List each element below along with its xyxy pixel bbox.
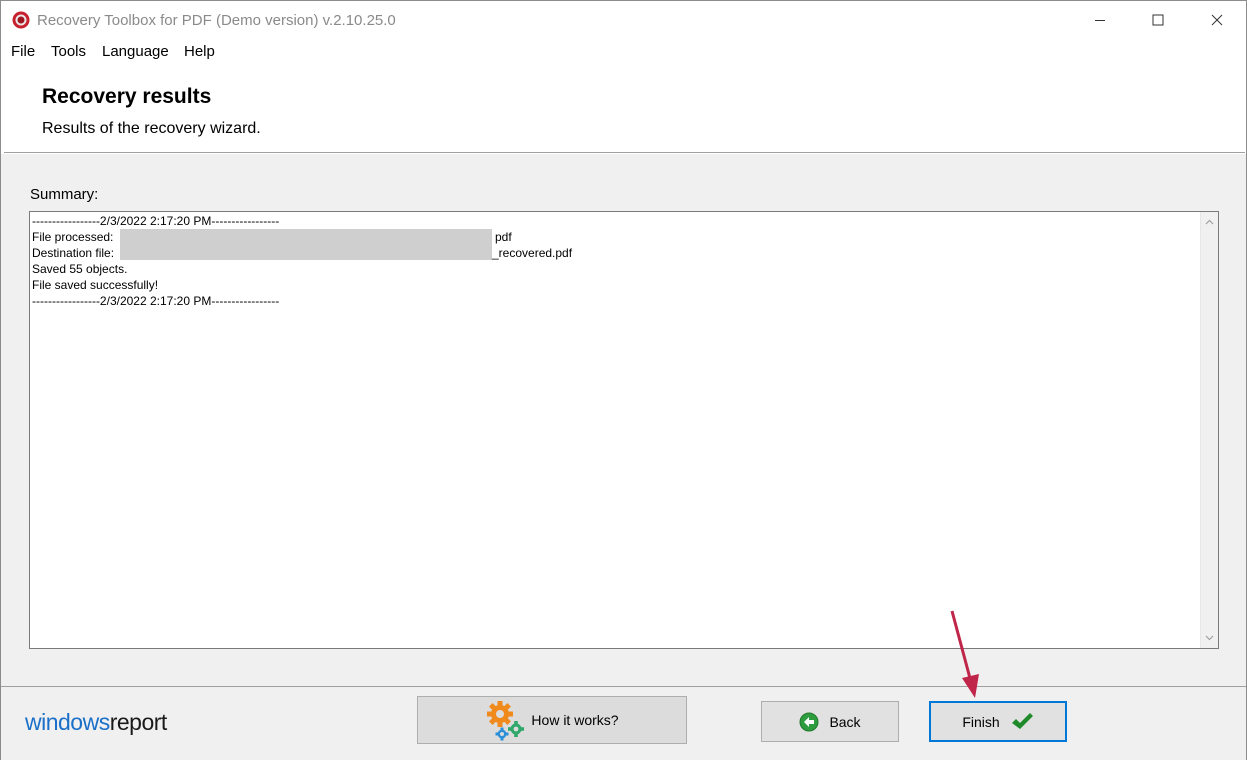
how-it-works-label: How it works?	[531, 712, 619, 728]
maximize-icon	[1152, 14, 1164, 26]
back-label: Back	[829, 713, 861, 730]
page-subtitle: Results of the recovery wizard.	[42, 120, 261, 137]
gears-icon	[487, 701, 525, 741]
log-line: -----------------2/3/2022 2:17:20 PM----…	[32, 294, 280, 308]
vertical-scrollbar[interactable]	[1200, 212, 1218, 648]
app-logo-icon	[12, 11, 30, 29]
maximize-button[interactable]	[1129, 1, 1187, 39]
close-button[interactable]	[1188, 1, 1246, 39]
wizard-header: Recovery results Results of the recovery…	[1, 65, 1246, 153]
log-line: Destination file:	[32, 246, 115, 260]
log-line: pdf	[495, 230, 512, 244]
finish-label: Finish	[962, 713, 1000, 730]
back-button[interactable]: Back	[761, 701, 899, 742]
windowsreport-logo: windowsreport	[25, 709, 167, 736]
log-line: File saved successfully!	[32, 278, 159, 292]
minimize-icon	[1095, 20, 1105, 21]
how-it-works-button[interactable]: How it works?	[417, 696, 687, 744]
summary-label: Summary:	[30, 186, 99, 203]
menu-language[interactable]: Language	[102, 43, 169, 60]
scroll-up-icon[interactable]	[1205, 219, 1214, 225]
menu-file[interactable]: File	[11, 43, 35, 60]
app-window: Recovery Toolbox for PDF (Demo version) …	[0, 0, 1247, 760]
finish-button[interactable]: Finish	[929, 701, 1067, 742]
log-line: -----------------2/3/2022 2:17:20 PM----…	[32, 214, 280, 228]
minimize-button[interactable]	[1071, 1, 1129, 39]
scroll-down-icon[interactable]	[1205, 635, 1214, 641]
page-title: Recovery results	[42, 85, 212, 108]
title-bar: Recovery Toolbox for PDF (Demo version) …	[1, 1, 1246, 39]
summary-textarea[interactable]: -----------------2/3/2022 2:17:20 PM----…	[29, 211, 1219, 649]
logo-text-windows: windows	[25, 709, 110, 735]
wizard-footer: windowsreport How it works? Back Finish	[1, 686, 1246, 760]
log-line: _recovered.pdf	[492, 246, 573, 260]
checkmark-icon	[1011, 712, 1033, 729]
menu-help[interactable]: Help	[184, 43, 215, 60]
main-content: Summary: -----------------2/3/2022 2:17:…	[1, 154, 1246, 686]
logo-text-report: report	[109, 709, 168, 735]
redacted-path	[120, 229, 492, 260]
log-line: File processed:	[32, 230, 114, 244]
window-title: Recovery Toolbox for PDF (Demo version) …	[37, 12, 396, 29]
menu-bar: File Tools Language Help	[1, 39, 1246, 65]
close-icon	[1211, 14, 1223, 26]
log-line: Saved 55 objects.	[32, 262, 128, 276]
menu-tools[interactable]: Tools	[51, 43, 86, 60]
back-arrow-icon	[799, 712, 819, 731]
